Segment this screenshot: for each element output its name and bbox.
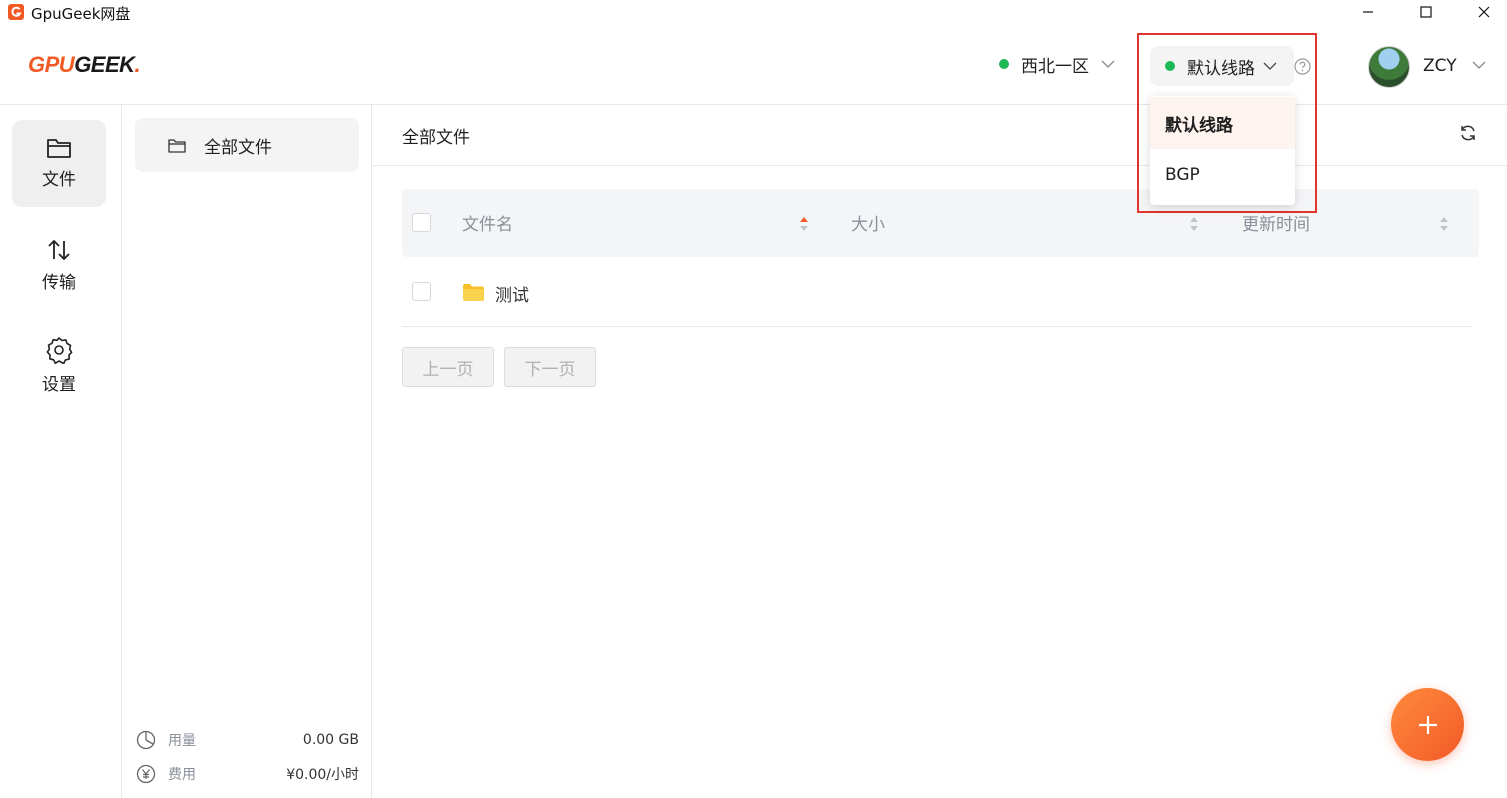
table-header: 文件名 大小 更新时间	[402, 189, 1479, 257]
table-row[interactable]: 测试	[402, 257, 1472, 327]
add-button[interactable]	[1391, 688, 1464, 761]
app-logo-icon	[8, 4, 24, 20]
rail-item-transfer[interactable]: 传输	[12, 222, 106, 309]
breadcrumb: 全部文件	[402, 128, 470, 148]
close-button[interactable]	[1461, 0, 1507, 24]
select-all-checkbox[interactable]	[412, 213, 431, 232]
folder-icon	[47, 139, 71, 158]
cost-stat: 费用 ¥0.00/小时	[136, 762, 359, 786]
next-page-button[interactable]: 下一页	[504, 347, 596, 387]
region-selector[interactable]: 西北一区	[999, 52, 1115, 77]
rail-item-settings[interactable]: 设置	[12, 322, 106, 409]
row-checkbox[interactable]	[412, 282, 431, 301]
rail-item-files[interactable]: 文件	[12, 120, 106, 207]
gear-icon	[46, 337, 73, 364]
chevron-down-icon[interactable]	[1472, 60, 1486, 70]
pie-chart-icon	[136, 730, 156, 750]
rail-item-label: 传输	[42, 273, 76, 293]
main-content: 全部文件 文件名 大小 更新时间 测试 上一页 下一页	[372, 105, 1507, 798]
divider	[372, 165, 1507, 166]
close-icon	[1478, 6, 1490, 18]
column-header-name[interactable]: 文件名	[462, 210, 513, 235]
sidebar-item-label: 全部文件	[204, 137, 272, 158]
brand-logo: GPUGEEK.	[28, 52, 141, 77]
nav-rail: 文件 传输 设置	[0, 105, 122, 798]
rail-item-label: 设置	[42, 375, 76, 395]
usage-value: 0.00 GB	[302, 732, 359, 748]
usage-label: 用量	[168, 733, 196, 749]
usage-stat: 用量 0.00 GB	[136, 728, 359, 752]
prev-page-button[interactable]: 上一页	[402, 347, 494, 387]
window-title: GpuGeek网盘	[31, 5, 131, 23]
line-dropdown-menu: 默认线路 BGP	[1150, 96, 1295, 205]
minimize-icon	[1363, 11, 1373, 13]
title-bar: GpuGeek网盘	[0, 0, 1507, 24]
plus-icon	[1418, 715, 1437, 734]
region-label: 西北一区	[1021, 56, 1089, 77]
avatar[interactable]	[1368, 46, 1410, 88]
cost-label: 费用	[168, 767, 196, 783]
dropdown-option-default[interactable]: 默认线路	[1150, 97, 1295, 149]
minimize-button[interactable]	[1345, 0, 1391, 24]
user-name[interactable]: ZCY	[1423, 56, 1457, 76]
maximize-icon	[1420, 6, 1432, 18]
file-name[interactable]: 测试	[495, 281, 529, 306]
refresh-icon[interactable]	[1459, 124, 1477, 142]
column-header-size[interactable]: 大小	[851, 210, 885, 235]
transfer-arrows-icon	[48, 239, 70, 261]
sidebar-item-all-files[interactable]: 全部文件	[135, 118, 359, 172]
yuan-icon	[136, 764, 156, 784]
file-sidebar: 全部文件 用量 0.00 GB 费用 ¥0.00/小时	[122, 105, 372, 798]
status-dot-icon	[999, 59, 1009, 69]
sort-icon[interactable]	[799, 216, 809, 232]
cost-value: ¥0.00/小时	[286, 767, 359, 783]
maximize-button[interactable]	[1403, 0, 1449, 24]
folder-icon	[168, 138, 186, 153]
dropdown-option-bgp[interactable]: BGP	[1150, 149, 1295, 201]
rail-item-label: 文件	[42, 170, 76, 190]
column-header-updated[interactable]: 更新时间	[1242, 210, 1310, 235]
sort-icon[interactable]	[1439, 216, 1449, 232]
folder-icon	[463, 284, 484, 301]
sort-icon[interactable]	[1189, 216, 1199, 232]
chevron-down-icon	[1101, 60, 1115, 68]
